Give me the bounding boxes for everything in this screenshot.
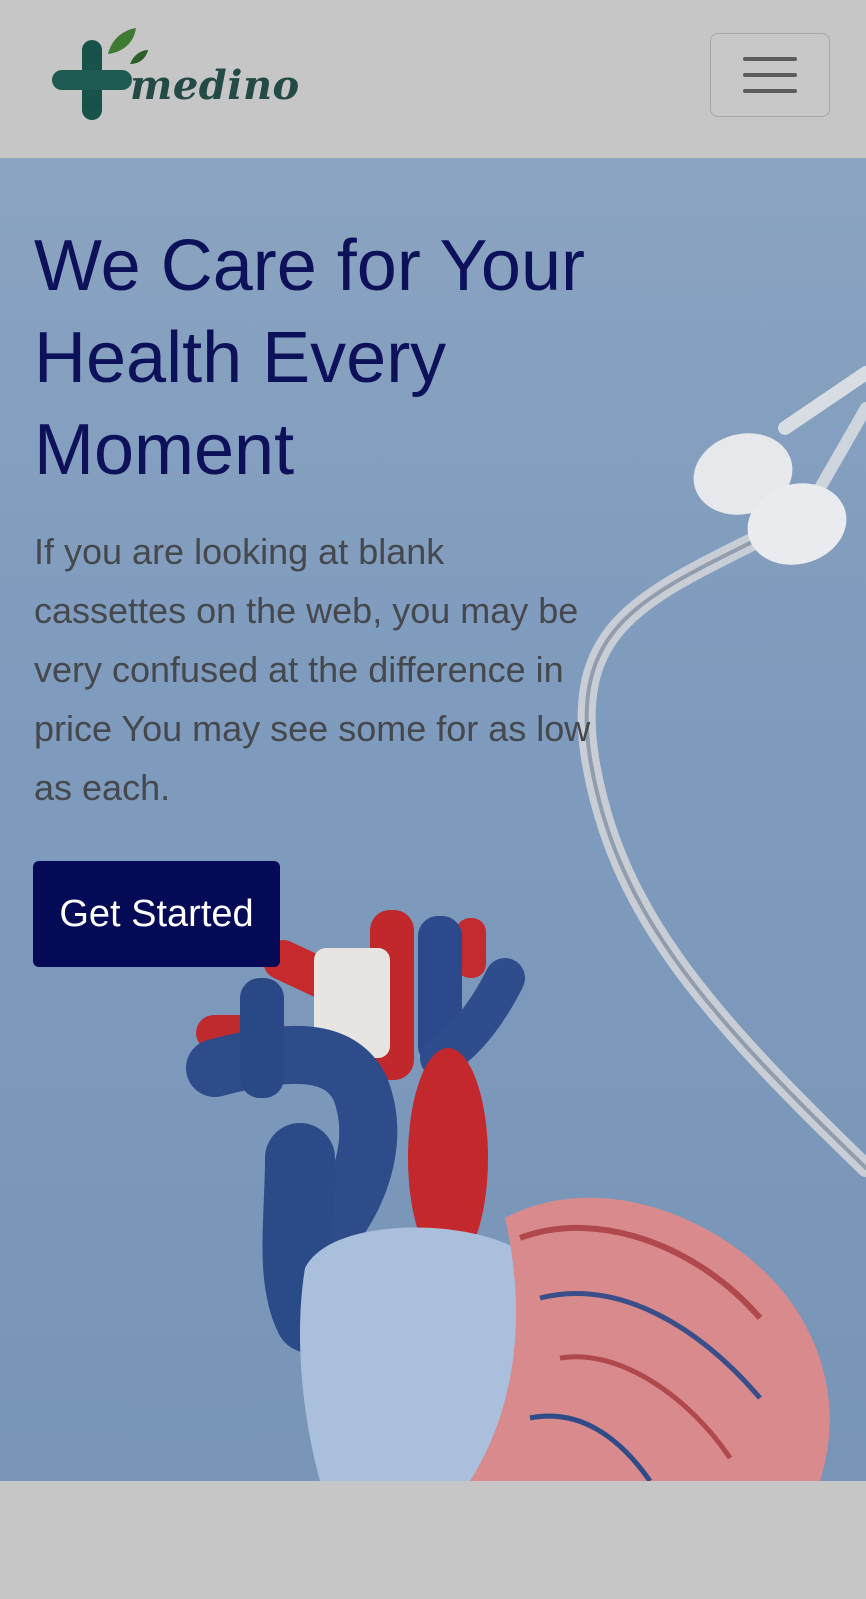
hamburger-menu-icon xyxy=(743,57,797,61)
get-started-button[interactable]: Get Started xyxy=(33,861,280,967)
hamburger-menu-icon-bar xyxy=(743,73,797,77)
hamburger-menu-button[interactable] xyxy=(710,33,830,117)
logo-text: medino xyxy=(130,62,300,109)
hero-description: If you are looking at blank cassettes on… xyxy=(34,531,591,808)
page-bottom-area xyxy=(0,1481,866,1599)
site-logo[interactable]: medino xyxy=(50,24,300,128)
anatomical-heart-icon xyxy=(186,910,830,1481)
hamburger-menu-icon-bar xyxy=(743,89,797,93)
site-header: medino xyxy=(0,0,866,158)
hero-section: We Care for Your Health Every Moment If … xyxy=(0,158,866,1481)
hero-headline: We Care for Your Health Every Moment xyxy=(34,226,585,490)
